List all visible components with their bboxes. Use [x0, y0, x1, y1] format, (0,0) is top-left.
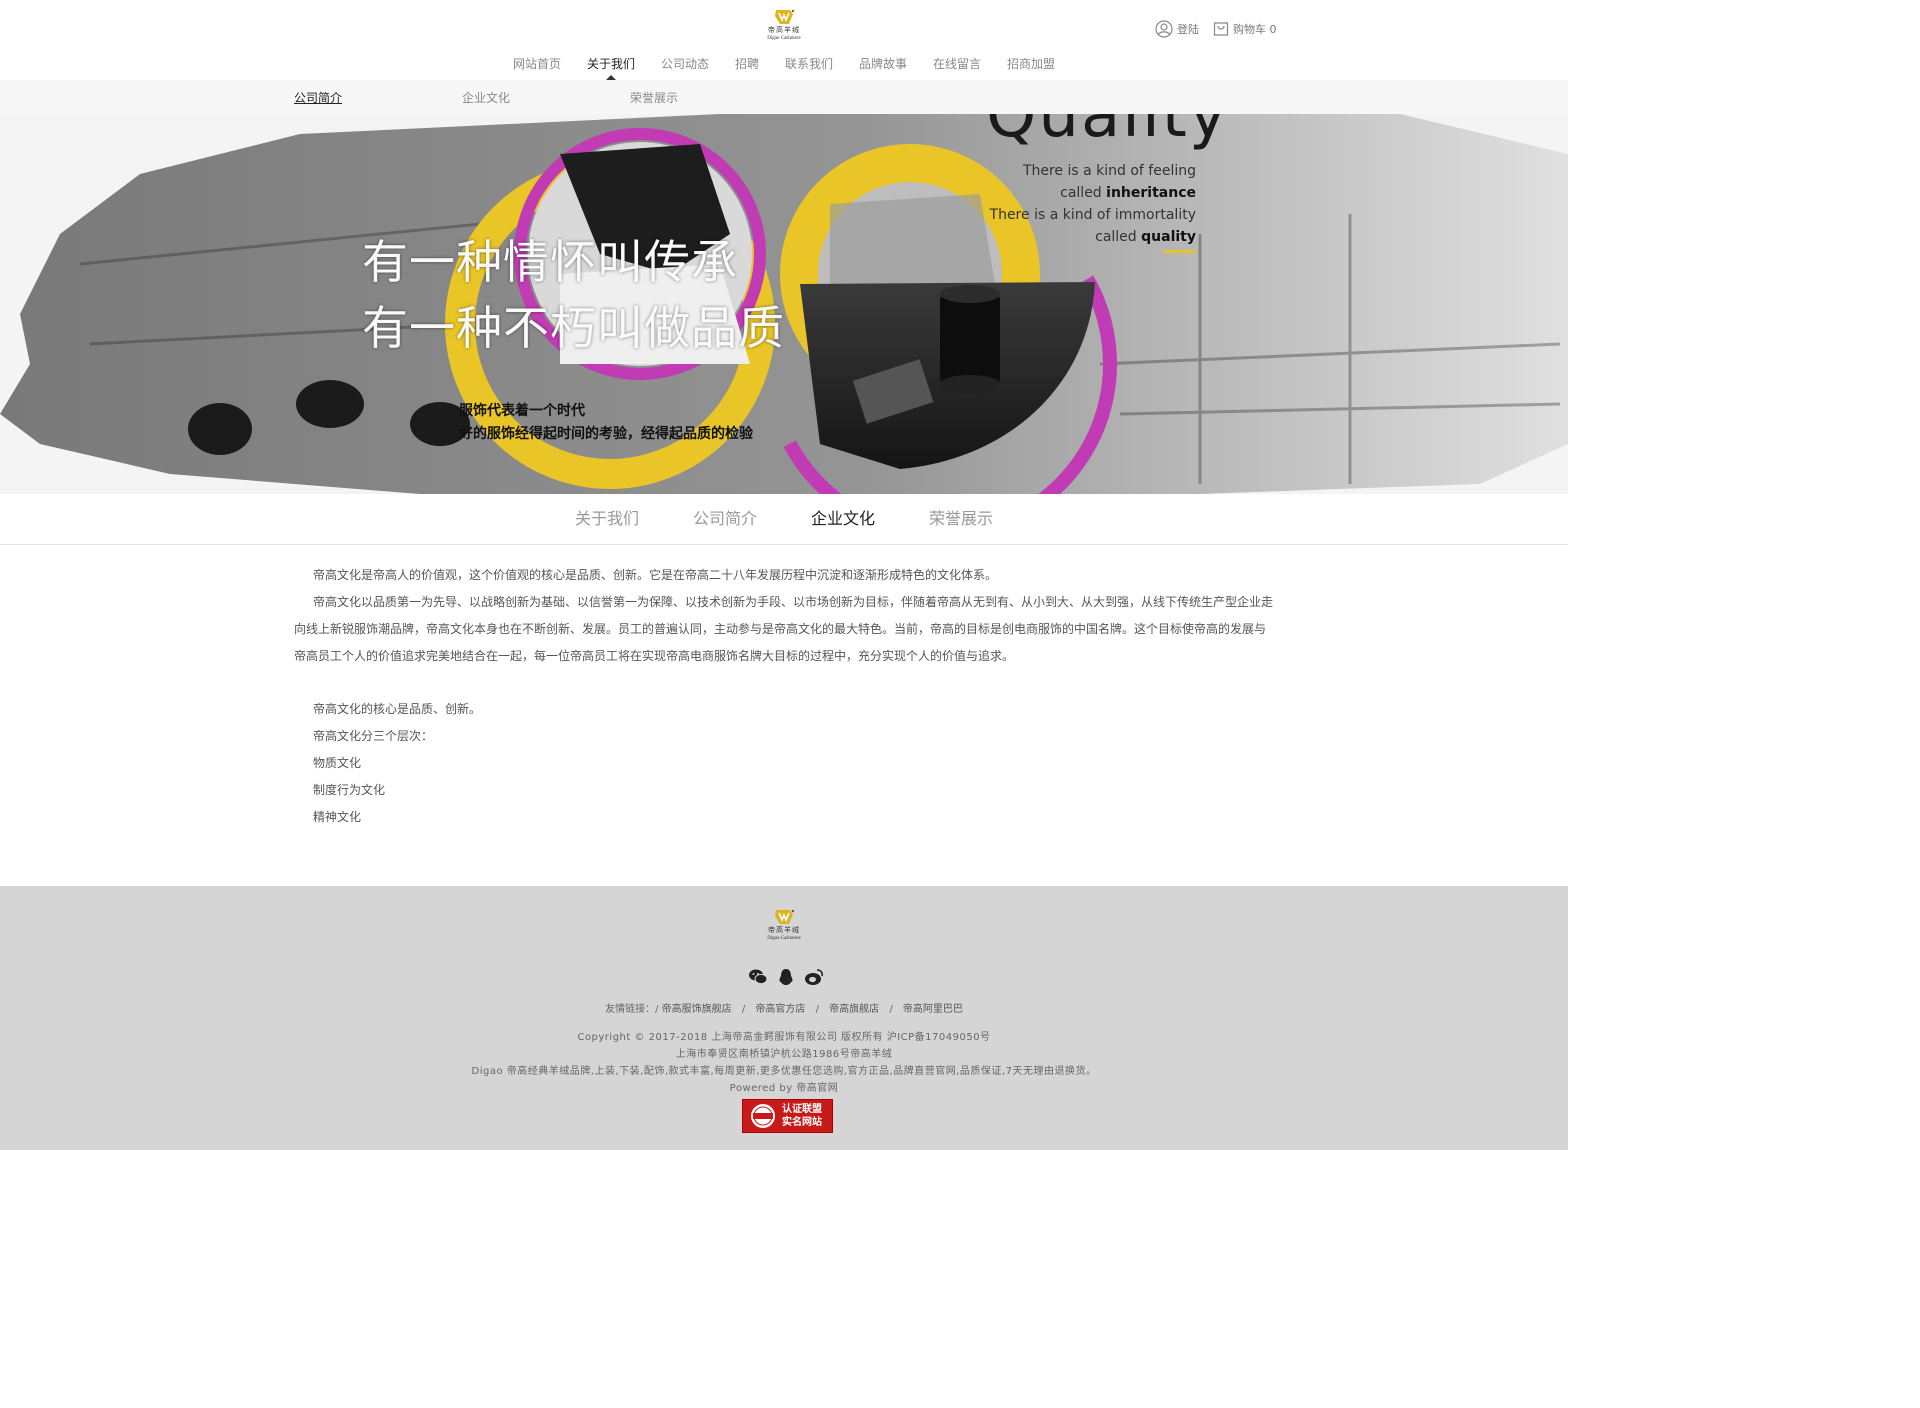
tab-profile[interactable]: 公司简介	[693, 494, 757, 544]
tab-honors[interactable]: 荣誉展示	[929, 494, 993, 544]
subnav-culture[interactable]: 企业文化	[462, 89, 510, 106]
wechat-icon[interactable]	[748, 968, 768, 986]
quality-tagline: There is a kind of feeling called inheri…	[990, 160, 1196, 248]
article-list-item: 物质文化	[313, 756, 362, 770]
quality-heading: Quality	[986, 114, 1229, 152]
main-nav: 网站首页 关于我们 公司动态 招聘 联系我们 品牌故事 在线留言 招商加盟	[0, 54, 1568, 80]
link-separator: /	[889, 1004, 893, 1015]
quality-line-1: There is a kind of feeling	[1022, 163, 1196, 179]
cart-link[interactable]: 购物车 0	[1213, 21, 1277, 37]
cart-icon	[1213, 22, 1229, 36]
tab-culture[interactable]: 企业文化	[811, 494, 875, 544]
certification-badge[interactable]: 认证联盟 实名网站	[742, 1099, 833, 1133]
friend-link[interactable]: 帝高旗舰店	[829, 1004, 879, 1015]
footer-logo-name-cn: 帝高羊绒	[768, 926, 800, 934]
cart-label: 购物车 0	[1233, 23, 1277, 36]
sheep-logo-icon	[773, 908, 795, 926]
weibo-icon[interactable]	[804, 968, 824, 986]
friend-links-label: 友情链接：/	[605, 1004, 659, 1015]
sheep-logo-icon	[773, 8, 795, 26]
article-paragraph: 帝高文化是帝高人的价值观，这个价值观的核心是品质、创新。它是在帝高二十八年发展历…	[313, 568, 998, 582]
site-footer: 帝高羊绒 Digao Cashmere 友情链接：/ 帝高服饰旗舰店 / 帝高官…	[0, 886, 1568, 1150]
footer-logo[interactable]: 帝高羊绒 Digao Cashmere	[762, 908, 806, 942]
quality-line-2: called inheritance	[1060, 185, 1196, 201]
copyright-text: Copyright © 2017-2018 上海帝高金鳄服饰有限公司 版权所有 …	[577, 1032, 991, 1043]
badge-text: 认证联盟 实名网站	[782, 1104, 822, 1128]
quality-line-4: called quality	[1095, 229, 1196, 245]
banner-subtitle-1: 服饰代表着一个时代	[459, 403, 585, 419]
link-separator: /	[815, 1004, 819, 1015]
article-list-item: 制度行为文化	[313, 783, 386, 797]
friend-link[interactable]: 帝高阿里巴巴	[903, 1004, 963, 1015]
tab-about[interactable]: 关于我们	[575, 494, 639, 544]
nav-franchise[interactable]: 招商加盟	[1007, 54, 1055, 76]
address-text: 上海市奉贤区南桥镇沪杭公路1986号帝高羊绒	[675, 1049, 893, 1060]
logo-name-cn: 帝高羊绒	[768, 26, 800, 34]
powered-by-text: Powered by 帝高官网	[729, 1083, 839, 1094]
friend-link[interactable]: 帝高官方店	[755, 1004, 805, 1015]
culture-article: 帝高文化是帝高人的价值观，这个价值观的核心是品质、创新。它是在帝高二十八年发展历…	[294, 562, 1276, 831]
seal-icon	[749, 1102, 777, 1130]
quality-line-3: There is a kind of immortality	[989, 207, 1196, 223]
article-paragraph: 帝高文化以品质第一为先导、以战略创新为基础、以信誉第一为保障、以技术创新为手段、…	[294, 595, 1274, 663]
quality-underline	[1164, 250, 1196, 253]
social-links	[748, 968, 832, 986]
login-label: 登陆	[1177, 23, 1199, 36]
nav-brand-story[interactable]: 品牌故事	[859, 54, 907, 76]
user-area: 登陆 购物车 0	[1155, 19, 1291, 39]
hero-banner: Quality There is a kind of feeling calle…	[0, 114, 1568, 494]
nav-jobs[interactable]: 招聘	[735, 54, 759, 76]
nav-news[interactable]: 公司动态	[661, 54, 709, 76]
nav-contact[interactable]: 联系我们	[785, 54, 833, 76]
friend-links: 友情链接：/ 帝高服饰旗舰店 / 帝高官方店 / 帝高旗舰店 / 帝高阿里巴巴	[0, 1000, 1568, 1015]
brand-logo[interactable]: 帝高羊绒 Digao Cashmere	[762, 8, 806, 48]
description-text: Digao 帝高经典羊绒品牌,上装,下装,配饰,款式丰富,每周更新,更多优惠任您…	[471, 1066, 1097, 1077]
nav-home[interactable]: 网站首页	[513, 54, 561, 76]
sub-nav: 公司简介 企业文化 荣誉展示	[0, 80, 1568, 114]
article-paragraph: 帝高文化的核心是品质、创新。	[313, 702, 482, 716]
logo-name-en: Digao Cashmere	[767, 36, 801, 41]
subnav-company-profile[interactable]: 公司简介	[294, 89, 342, 106]
friend-link[interactable]: 帝高服饰旗舰店	[662, 1004, 732, 1015]
site-header: 帝高羊绒 Digao Cashmere 登陆 购物车 0 网站首页 关于我们 公…	[0, 0, 1568, 80]
nav-message[interactable]: 在线留言	[933, 54, 981, 76]
link-separator: /	[741, 1004, 746, 1015]
subnav-honors[interactable]: 荣誉展示	[630, 89, 678, 106]
login-link[interactable]: 登陆	[1155, 20, 1199, 38]
banner-title-1: 有一种情怀叫传承	[362, 235, 738, 289]
section-tabs: 关于我们 公司简介 企业文化 荣誉展示	[0, 494, 1568, 545]
banner-title-2: 有一种不朽叫做品质	[362, 301, 785, 355]
user-icon	[1155, 20, 1173, 38]
footer-logo-name-en: Digao Cashmere	[767, 936, 801, 941]
qq-icon[interactable]	[776, 968, 796, 986]
nav-about[interactable]: 关于我们	[587, 54, 635, 80]
article-list-item: 精神文化	[313, 810, 362, 824]
article-paragraph: 帝高文化分三个层次：	[313, 729, 434, 743]
banner-subtitle-2: 好的服饰经得起时间的考验，经得起品质的检验	[459, 426, 753, 442]
